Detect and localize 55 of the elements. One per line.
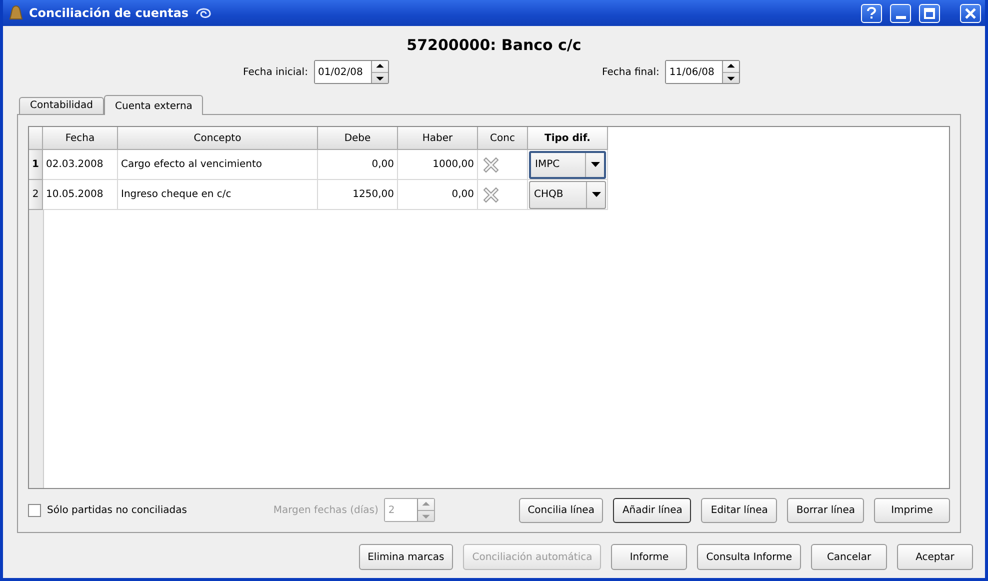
dialog-button[interactable]: Cancelar — [811, 544, 887, 570]
table-cell: 1000,00 — [398, 150, 478, 180]
dropdown-arrow-icon[interactable] — [592, 192, 600, 197]
column-header[interactable]: Fecha — [43, 127, 118, 150]
type-combo[interactable]: CHQB — [529, 180, 606, 208]
down-arrow-icon[interactable] — [372, 72, 388, 83]
column-header[interactable]: Tipo dif. — [528, 127, 608, 150]
action-button[interactable]: Añadir línea — [613, 498, 692, 522]
tab[interactable]: Cuenta externa — [104, 95, 204, 115]
window-title: Conciliación de cuentas — [29, 6, 189, 20]
dropdown-arrow-icon[interactable] — [590, 162, 600, 167]
column-header[interactable]: Concepto — [118, 127, 318, 150]
dialog-button[interactable]: Informe — [611, 544, 688, 570]
checkbox[interactable] — [28, 504, 41, 516]
spin-box[interactable]: 01/02/08 — [314, 60, 389, 84]
spin-box[interactable]: 11/06/08 — [665, 60, 740, 84]
table-cell: Cargo efecto al vencimiento — [118, 150, 318, 180]
minimize-button[interactable] — [890, 4, 911, 22]
table-cell: 1250,00 — [318, 180, 398, 210]
action-button[interactable]: Concilia línea — [518, 498, 604, 522]
column-header[interactable]: Haber — [398, 127, 478, 150]
date-label: Fecha final: — [602, 66, 660, 78]
column-header[interactable]: Conc — [478, 127, 528, 150]
close-button[interactable] — [960, 4, 981, 22]
dialog-button[interactable]: Aceptar — [897, 544, 973, 570]
margin-label: Margen fechas (días) — [273, 504, 378, 516]
dialog-button[interactable]: Consulta Informe — [697, 544, 801, 570]
table-cell: 0,00 — [318, 150, 398, 180]
date-label: Fecha inicial: — [243, 66, 308, 78]
dialog-button[interactable]: Elimina marcas — [358, 544, 454, 570]
action-button[interactable]: Editar línea — [701, 498, 778, 522]
help-icon — [867, 7, 876, 19]
account-heading: 57200000: Banco c/c — [406, 36, 582, 54]
tab[interactable]: Contabilidad — [19, 97, 104, 114]
maximize-button[interactable] — [919, 4, 940, 22]
column-header[interactable]: Debe — [318, 127, 398, 150]
bell-icon — [9, 5, 23, 21]
swirl-icon — [194, 5, 213, 21]
maximize-icon — [924, 8, 935, 18]
table-cell: 10.05.2008 — [43, 180, 118, 210]
down-arrow-icon[interactable] — [723, 72, 740, 83]
action-button[interactable]: Borrar línea — [787, 498, 864, 522]
action-button[interactable]: Imprime — [874, 498, 950, 522]
row-header[interactable]: 1 — [29, 150, 43, 180]
checkbox-label: Sólo partidas no conciliadas — [47, 504, 187, 516]
type-combo[interactable]: IMPC — [529, 150, 606, 178]
close-icon — [965, 8, 976, 18]
cross-icon[interactable] — [481, 154, 501, 174]
minimize-icon — [896, 16, 906, 18]
table-cell: 02.03.2008 — [43, 150, 118, 180]
table-cell: 0,00 — [398, 180, 478, 210]
cross-icon[interactable] — [481, 184, 501, 204]
table-cell: Ingreso cheque en c/c — [118, 180, 318, 210]
row-header[interactable]: 2 — [29, 180, 43, 210]
help-button[interactable] — [861, 4, 882, 22]
